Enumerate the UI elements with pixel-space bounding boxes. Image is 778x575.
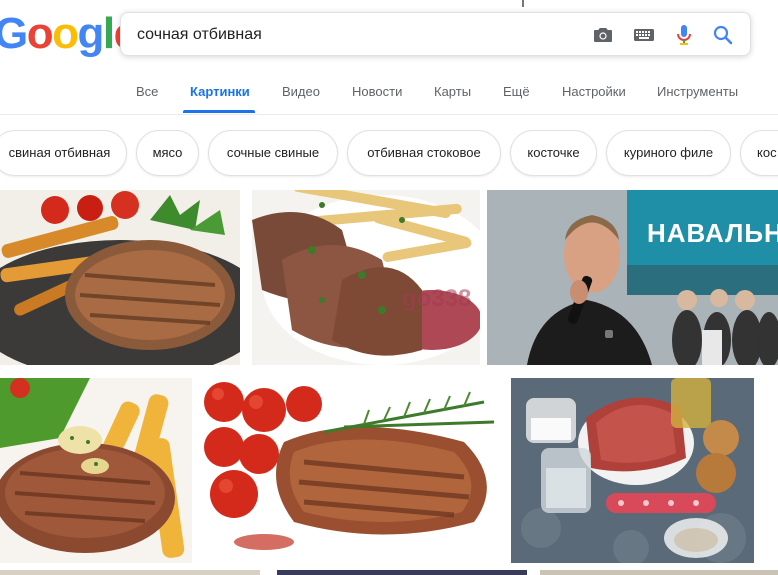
search-box[interactable]: [120, 12, 751, 56]
related-chips: свиная отбивная мясо сочные свиные отбив…: [0, 130, 778, 178]
logo-letter: G: [0, 9, 28, 58]
tab-all[interactable]: Все: [136, 84, 158, 99]
tab-tools[interactable]: Инструменты: [657, 84, 738, 99]
chip-chicken-fillet[interactable]: куриного филе: [606, 130, 731, 176]
image-watermark: go338: [402, 285, 472, 312]
image-result-partial[interactable]: [277, 570, 527, 575]
keyboard-icon[interactable]: [632, 23, 656, 47]
banner-text: НАВАЛЬН: [647, 218, 778, 248]
search-icon[interactable]: [711, 23, 735, 47]
active-tab-indicator: [183, 110, 255, 113]
search-tabs: Все Картинки Видео Новости Карты Ещё Нас…: [0, 70, 778, 115]
tab-news[interactable]: Новости: [352, 84, 402, 99]
logo-letter: g: [77, 9, 105, 58]
image-result-partial[interactable]: [540, 570, 778, 575]
chip-meat[interactable]: мясо: [136, 130, 199, 176]
tab-more[interactable]: Ещё: [503, 84, 530, 99]
logo-letter: o: [52, 9, 79, 58]
camera-icon[interactable]: [591, 23, 615, 47]
logo-letter: l: [102, 9, 115, 58]
chip-partial[interactable]: кос: [740, 130, 778, 176]
top-edge-mark: [522, 0, 524, 7]
chip-pork-chop[interactable]: свиная отбивная: [0, 130, 127, 176]
chip-juicy-pork[interactable]: сочные свиные: [208, 130, 338, 176]
chip-on-bone[interactable]: косточке: [510, 130, 597, 176]
image-result[interactable]: [204, 382, 499, 555]
image-result[interactable]: [0, 190, 240, 365]
image-result[interactable]: go338: [252, 190, 480, 365]
tab-video[interactable]: Видео: [282, 84, 320, 99]
google-logo[interactable]: Google: [0, 9, 138, 58]
chip-stock-chop[interactable]: отбивная стоковое: [347, 130, 501, 176]
image-result-partial[interactable]: [0, 570, 260, 575]
image-result[interactable]: [0, 378, 192, 563]
search-input[interactable]: [135, 22, 579, 48]
tab-images[interactable]: Картинки: [190, 84, 250, 99]
tab-settings[interactable]: Настройки: [562, 84, 626, 99]
tab-maps[interactable]: Карты: [434, 84, 471, 99]
logo-letter: o: [26, 9, 54, 58]
image-result[interactable]: [511, 378, 754, 563]
mic-icon[interactable]: [672, 23, 696, 47]
image-result[interactable]: НАВАЛЬН: [487, 190, 778, 365]
